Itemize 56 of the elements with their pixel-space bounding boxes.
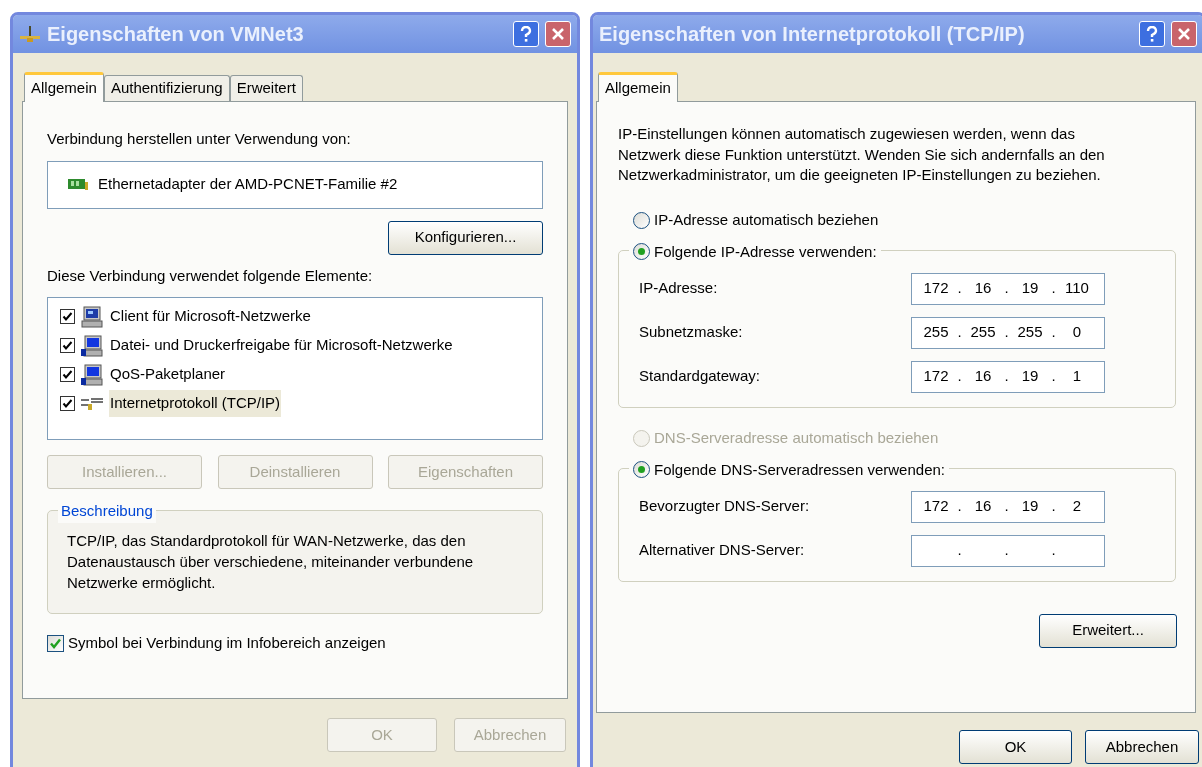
radio-button[interactable] bbox=[633, 212, 650, 229]
computer-icon bbox=[81, 334, 103, 357]
close-button[interactable] bbox=[545, 21, 571, 47]
checkbox[interactable] bbox=[60, 367, 75, 382]
checkbox[interactable] bbox=[60, 309, 75, 324]
ip-address-field[interactable]: 255 . 255 . 255 . 0 bbox=[911, 316, 1105, 349]
dialog-button[interactable]: OK bbox=[959, 730, 1072, 764]
field-label: Subnetzmaske: bbox=[639, 322, 744, 343]
checkbox[interactable] bbox=[60, 396, 75, 411]
question-mark-icon bbox=[520, 26, 532, 42]
close-button[interactable] bbox=[1171, 21, 1197, 47]
tab[interactable]: Authentifizierung bbox=[103, 75, 230, 101]
list-item[interactable]: Datei- und Druckerfreigabe für Microsoft-Netzwerke bbox=[109, 332, 454, 359]
help-button[interactable] bbox=[513, 21, 539, 47]
ip-address-field[interactable]: 172 . 16 . 19 . 110 bbox=[911, 272, 1105, 305]
adapter-name: Ethernetadapter der AMD-PCNET-Familie #2 bbox=[98, 174, 398, 195]
checkbox-label: Symbol bei Verbindung im Infobereich anzeigen bbox=[68, 633, 386, 653]
list-item[interactable]: QoS-Paketplaner bbox=[109, 361, 227, 388]
network-protocol-icon bbox=[81, 395, 103, 412]
question-mark-icon bbox=[1146, 26, 1158, 42]
network-card-icon bbox=[68, 177, 88, 192]
window-title: Eigenschaften von Internetprotokoll (TCP/IP) bbox=[599, 22, 1026, 47]
tab[interactable]: Allgemein bbox=[24, 72, 104, 102]
field-label: Standardgateway: bbox=[639, 366, 761, 387]
ip-address-field[interactable]: 172 . 16 . 19 . 2 bbox=[911, 490, 1105, 523]
section-label: Diese Verbindung verwendet folgende Elemente: bbox=[47, 265, 374, 286]
radio-button[interactable] bbox=[633, 243, 650, 261]
help-button[interactable] bbox=[1139, 21, 1165, 47]
network-icon bbox=[19, 25, 41, 43]
dialog-button[interactable]: Abbrechen bbox=[1085, 730, 1199, 764]
tab[interactable]: Erweitert bbox=[229, 75, 303, 101]
radio-label: Folgende IP-Adresse verwenden: bbox=[654, 241, 877, 262]
advanced-button[interactable]: Erweitert... bbox=[1039, 613, 1177, 648]
window-title: Eigenschaften von VMNet3 bbox=[47, 22, 305, 47]
field-label: Bevorzugter DNS-Server: bbox=[639, 496, 811, 517]
radio-label: DNS-Serveradresse automatisch beziehen bbox=[654, 428, 939, 449]
checkbox[interactable] bbox=[47, 634, 64, 652]
computer-icon bbox=[81, 305, 103, 328]
ip-address-field[interactable]: 172 . 16 . 19 . 1 bbox=[911, 360, 1105, 393]
computer-icon bbox=[81, 363, 103, 386]
checkbox[interactable] bbox=[60, 338, 75, 353]
intro-text: IP-Einstellungen können automatisch zugewiesen werden, wenn das Netzwerk diese Funktion unterstützt. Wenden Sie sich andernfalls an den Netzwerkadministrator, um die geeigneten IP-Einstellungen zu beziehen. bbox=[618, 124, 1106, 185]
radio-label: Folgende DNS-Serveradressen verwenden: bbox=[654, 459, 945, 480]
field-label: IP-Adresse: bbox=[639, 278, 719, 299]
tab[interactable]: Allgemein bbox=[598, 72, 678, 102]
close-icon bbox=[551, 27, 565, 41]
configure-button[interactable]: Konfigurieren... bbox=[388, 220, 543, 255]
list-item[interactable]: Client für Microsoft-Netzwerke bbox=[109, 303, 312, 330]
description-text: TCP/IP, das Standardprotokoll für WAN-Netzwerke, das den Datenaustausch über verschiedene, miteinander verbundene Netzwerke ermöglicht. bbox=[67, 531, 475, 593]
ip-address-field[interactable]: . . . bbox=[911, 534, 1105, 567]
radio-button[interactable] bbox=[633, 461, 650, 479]
field-label: Alternativer DNS-Server: bbox=[639, 540, 806, 561]
radio-label: IP-Adresse automatisch beziehen bbox=[654, 210, 879, 231]
section-label: Verbindung herstellen unter Verwendung von: bbox=[47, 129, 352, 149]
close-icon bbox=[1177, 27, 1191, 41]
list-item[interactable]: Internetprotokoll (TCP/IP) bbox=[109, 390, 282, 417]
